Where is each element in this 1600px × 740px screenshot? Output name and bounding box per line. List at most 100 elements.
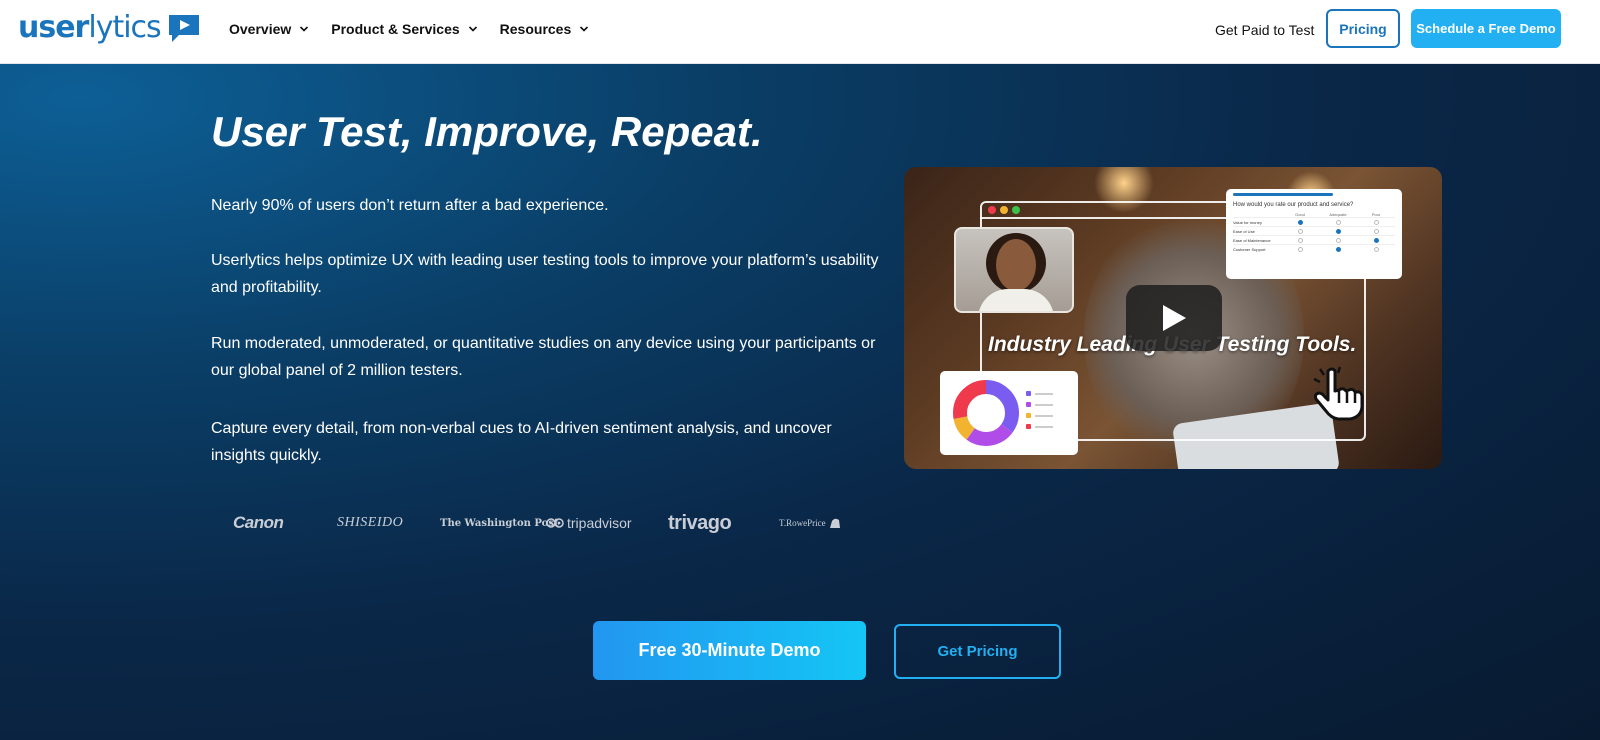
radio-icon: [1373, 237, 1379, 243]
radio-icon: [1335, 246, 1341, 252]
legend-swatch: [1026, 413, 1031, 418]
participant-face: [996, 239, 1036, 291]
survey-row-label: Ease of Maintenance: [1233, 237, 1271, 243]
survey-row-label: Ease of Use: [1233, 228, 1255, 234]
radio-icon: [1297, 228, 1303, 234]
survey-col-poor: Poor: [1371, 212, 1381, 217]
legend-item: [1026, 424, 1053, 429]
survey-cell: [1281, 219, 1319, 225]
survey-cell: [1357, 228, 1395, 234]
chevron-down-icon: [300, 26, 309, 32]
product-video[interactable]: How would you rate our product and servi…: [904, 167, 1442, 469]
legend-item: [1026, 391, 1053, 396]
logo-trowe-price-text: T.RowePrice: [779, 518, 826, 528]
menu-product-services-label: Product & Services: [331, 21, 460, 37]
survey-cell: [1319, 228, 1357, 234]
participant-body: [978, 289, 1054, 311]
free-demo-button[interactable]: Free 30-Minute Demo: [593, 621, 866, 680]
logo-wordmark-light: lytics: [88, 10, 161, 45]
play-bubble-icon: [167, 13, 201, 43]
survey-col-adequate: Adequate: [1329, 212, 1347, 217]
window-maximize-dot-icon: [1012, 206, 1020, 214]
survey-row: Customer Support: [1233, 244, 1395, 253]
logo-tripadvisor: tripadvisor: [546, 508, 632, 538]
survey-cell: [1357, 246, 1395, 252]
survey-cell: [1319, 246, 1357, 252]
legend-swatch: [1026, 424, 1031, 429]
owl-eyes-icon: [546, 518, 564, 528]
top-nav: userlytics Overview Product & Services R…: [0, 0, 1600, 64]
hero-paragraph-2: Userlytics helps optimize UX with leadin…: [211, 252, 879, 296]
survey-cell: [1281, 237, 1319, 243]
legend-placeholder-line: [1035, 414, 1053, 417]
legend-item: [1026, 413, 1053, 418]
survey-cell: [1319, 237, 1357, 243]
menu-overview[interactable]: Overview: [229, 18, 309, 40]
survey-cell: [1281, 246, 1319, 252]
logo-trowe-price: T.RowePrice: [779, 508, 842, 538]
menu-resources-label: Resources: [499, 21, 572, 37]
window-minimize-dot-icon: [1000, 206, 1008, 214]
schedule-demo-button[interactable]: Schedule a Free Demo: [1411, 9, 1561, 48]
hero-paragraph-3: Run moderated, unmoderated, or quantitat…: [211, 335, 876, 379]
radio-icon: [1373, 246, 1379, 252]
window-close-dot-icon: [988, 206, 996, 214]
logo-washington-post: The Washington Post: [440, 517, 559, 529]
survey-rows: Value for money Ease of Use Ease of Mainte…: [1233, 217, 1395, 253]
logo-tripadvisor-text: tripadvisor: [567, 515, 632, 531]
donut-chart: [953, 380, 1019, 446]
play-icon: [1163, 305, 1186, 331]
survey-card: How would you rate our product and servi…: [1226, 189, 1402, 279]
survey-col-good: Good: [1295, 212, 1305, 217]
logo-canon: Canon: [233, 513, 284, 532]
pricing-button[interactable]: Pricing: [1326, 9, 1400, 48]
play-button[interactable]: [1126, 285, 1222, 351]
hero-paragraph-4: Capture every detail, from non-verbal cu…: [211, 420, 832, 464]
survey-row: Ease of Use: [1233, 226, 1395, 235]
legend-item: [1026, 402, 1053, 407]
survey-progress-bar: [1233, 193, 1333, 196]
bighorn-sheep-icon: [829, 518, 840, 528]
legend-placeholder-line: [1035, 425, 1053, 428]
logo-shiseido: SHISEIDO: [337, 515, 404, 530]
survey-row-label: Value for money: [1233, 219, 1262, 225]
participant-webcam: [954, 227, 1074, 313]
logo-trivago: trivago: [668, 511, 732, 534]
radio-icon: [1335, 219, 1341, 225]
get-pricing-button[interactable]: Get Pricing: [894, 624, 1061, 679]
legend-placeholder-line: [1035, 392, 1053, 395]
hero-title: User Test, Improve, Repeat.: [211, 108, 763, 155]
hero-paragraph-1: Nearly 90% of users don’t return after a…: [211, 197, 609, 214]
userlytics-logo[interactable]: userlytics: [18, 12, 201, 44]
legend-swatch: [1026, 391, 1031, 396]
logo-wordmark-bold: user: [18, 10, 89, 45]
menu-product-services[interactable]: Product & Services: [331, 18, 477, 40]
main-menu: Overview Product & Services Resources: [229, 18, 611, 40]
donut-chart-card: [940, 371, 1078, 455]
pointer-hand-icon: [1313, 366, 1364, 421]
survey-question: How would you rate our product and servi…: [1233, 202, 1354, 208]
radio-icon: [1335, 237, 1341, 243]
radio-icon: [1335, 228, 1341, 234]
radio-icon: [1373, 219, 1379, 225]
chevron-down-icon: [468, 26, 477, 32]
survey-cell: [1281, 228, 1319, 234]
legend-swatch: [1026, 402, 1031, 407]
survey-cell: [1357, 219, 1395, 225]
survey-cell: [1319, 219, 1357, 225]
menu-resources[interactable]: Resources: [500, 18, 590, 40]
radio-icon: [1373, 228, 1379, 234]
radio-icon: [1297, 237, 1303, 243]
client-logos: Canon SHISEIDO The Washington Post tripa…: [233, 508, 853, 538]
survey-row-label: Customer Support: [1233, 246, 1266, 252]
radio-icon: [1297, 246, 1303, 252]
legend-placeholder-line: [1035, 403, 1053, 406]
chevron-down-icon: [580, 26, 589, 32]
get-paid-link[interactable]: Get Paid to Test: [1215, 20, 1314, 40]
logo-wordmark: userlytics: [18, 10, 162, 45]
survey-cell: [1357, 237, 1395, 243]
survey-row: Ease of Maintenance: [1233, 235, 1395, 244]
menu-overview-label: Overview: [229, 21, 292, 37]
radio-icon: [1297, 219, 1303, 225]
survey-row: Value for money: [1233, 217, 1395, 226]
